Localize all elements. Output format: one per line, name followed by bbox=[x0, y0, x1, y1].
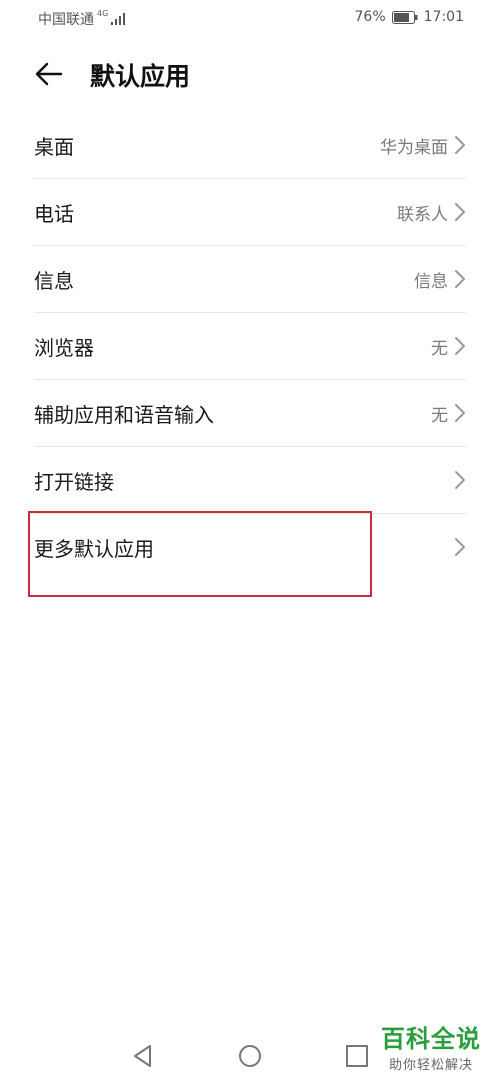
nav-home-icon[interactable] bbox=[237, 1043, 263, 1069]
list-item-phone[interactable]: 电话 联系人 bbox=[34, 179, 466, 246]
list-item-assist-voice-input[interactable]: 辅助应用和语音输入 无 bbox=[34, 380, 466, 447]
page-title: 默认应用 bbox=[90, 62, 191, 91]
chevron-right-icon bbox=[455, 404, 465, 422]
chevron-right-icon bbox=[455, 471, 465, 489]
list-item-value: 无 bbox=[431, 338, 448, 359]
chevron-right-icon bbox=[455, 270, 465, 288]
status-right: 76% 17:01 bbox=[355, 9, 464, 25]
highlight-annotation-box bbox=[28, 511, 372, 597]
battery-icon bbox=[391, 10, 418, 24]
nav-back-icon[interactable] bbox=[130, 1043, 156, 1069]
list-item-value: 信息 bbox=[414, 271, 448, 292]
list-item-desktop[interactable]: 桌面 华为桌面 bbox=[34, 112, 466, 179]
nav-recents-icon[interactable] bbox=[344, 1043, 370, 1069]
settings-list: 桌面 华为桌面 电话 联系人 信息 信息 浏览器 无 辅助应用和语音输入 无 打… bbox=[34, 112, 466, 580]
list-item-browser[interactable]: 浏览器 无 bbox=[34, 313, 466, 380]
list-item-label: 桌面 bbox=[34, 134, 74, 159]
list-item-label: 信息 bbox=[34, 268, 74, 293]
chevron-right-icon bbox=[455, 136, 465, 154]
chevron-right-icon bbox=[455, 538, 465, 556]
chevron-right-icon bbox=[455, 337, 465, 355]
list-item-value: 华为桌面 bbox=[380, 137, 448, 158]
back-arrow-icon[interactable] bbox=[33, 58, 65, 90]
list-item-label: 浏览器 bbox=[34, 335, 94, 360]
list-item-value: 无 bbox=[431, 405, 448, 426]
watermark-logo: 百科全说 助你轻松解决 bbox=[376, 1019, 486, 1073]
carrier-name: 中国联通 bbox=[38, 12, 94, 28]
status-bar: 中国联通 4G 76% 17:01 bbox=[0, 0, 500, 34]
app-header: 默认应用 bbox=[0, 52, 500, 96]
list-item-label: 打开链接 bbox=[34, 469, 114, 494]
watermark-title: 百科全说 bbox=[381, 1025, 481, 1053]
network-type: 4G bbox=[97, 9, 109, 18]
list-item-value: 联系人 bbox=[397, 204, 448, 225]
signal-icon bbox=[111, 13, 126, 25]
chevron-right-icon bbox=[455, 203, 465, 221]
list-item-messages[interactable]: 信息 信息 bbox=[34, 246, 466, 313]
battery-percent: 76% bbox=[354, 9, 386, 25]
list-item-label: 电话 bbox=[34, 201, 74, 226]
status-left: 中国联通 4G bbox=[38, 9, 126, 29]
list-item-open-links[interactable]: 打开链接 bbox=[34, 447, 466, 514]
clock: 17:01 bbox=[423, 9, 464, 25]
watermark-subtitle: 助你轻松解决 bbox=[388, 1058, 473, 1073]
list-item-label: 辅助应用和语音输入 bbox=[34, 402, 214, 427]
